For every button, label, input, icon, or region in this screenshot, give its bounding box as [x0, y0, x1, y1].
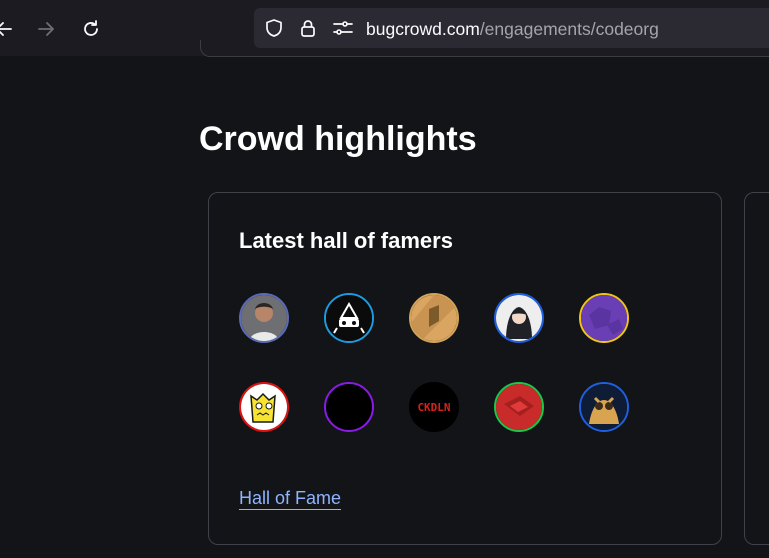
avatar-1[interactable]: [239, 293, 289, 343]
avatar-4[interactable]: [494, 293, 544, 343]
url-domain: bugcrowd.com: [366, 19, 480, 39]
lock-icon[interactable]: [297, 17, 319, 39]
browser-window: bugcrowd.com/engagements/codeorg Crowd h…: [0, 0, 769, 558]
hall-of-fame-card: Latest hall of famers CKDLN Hall of Fame: [208, 192, 722, 545]
avatar-3[interactable]: [409, 293, 459, 343]
next-card: [744, 192, 769, 545]
avatar-5[interactable]: [579, 293, 629, 343]
shield-icon[interactable]: [263, 17, 285, 39]
permissions-icon[interactable]: [332, 17, 354, 39]
avatar-2[interactable]: [324, 293, 374, 343]
hall-of-fame-link[interactable]: Hall of Fame: [239, 487, 342, 510]
avatar-9[interactable]: [494, 382, 544, 432]
back-arrow-icon[interactable]: [0, 13, 20, 45]
card-title: Latest hall of famers: [239, 228, 453, 253]
previous-card-edge: [200, 40, 769, 57]
forward-arrow-icon[interactable]: [30, 13, 62, 45]
avatar-10[interactable]: [579, 382, 629, 432]
avatar-8-text: CKDLN: [417, 401, 450, 414]
reload-icon[interactable]: [75, 13, 107, 45]
avatar-6[interactable]: [239, 382, 289, 432]
avatar-7[interactable]: [324, 382, 374, 432]
avatar-8[interactable]: CKDLN: [409, 382, 459, 432]
url-text[interactable]: bugcrowd.com/engagements/codeorg: [366, 18, 659, 40]
section-title: Crowd highlights: [199, 120, 477, 158]
url-path: /engagements/codeorg: [479, 19, 659, 39]
